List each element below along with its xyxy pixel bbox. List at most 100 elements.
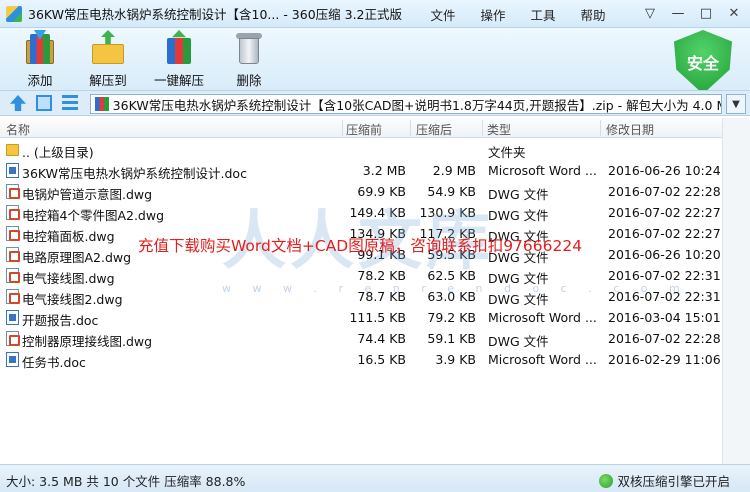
title-bar: 36KW常压电热水锅炉系统控制设计【含10... - 360压缩 3.2正式版 … <box>0 0 750 28</box>
vertical-scrollbar[interactable] <box>722 118 750 464</box>
file-name: .. (上级目录) <box>22 145 94 160</box>
file-date: 2016-02-29 11:06 <box>608 352 721 367</box>
status-summary: 大小: 3.5 MB 共 10 个文件 压缩率 88.8% <box>6 474 246 489</box>
window-title: 36KW常压电热水锅炉系统控制设计【含10... - 360压缩 3.2正式版 <box>28 7 403 22</box>
file-size: 3.2 MB <box>362 163 406 178</box>
file-name: 任务书.doc <box>22 355 86 370</box>
engine-status-label: 双核压缩引擎已开启 <box>617 474 730 489</box>
column-size[interactable]: 压缩前 <box>346 121 382 138</box>
promo-text: 充值下载购买Word文档+CAD图原稿，咨询联系扣扣97666224 <box>138 237 583 255</box>
file-name: 电气接线图.dwg <box>22 271 115 286</box>
column-modified[interactable]: 修改日期 <box>606 121 654 138</box>
file-size: 74.4 KB <box>357 331 406 346</box>
file-date: 2016-07-02 22:28 <box>608 331 721 346</box>
column-name[interactable]: 名称 <box>6 121 30 138</box>
file-type: Microsoft Word ... <box>488 163 597 178</box>
security-label: 安全 <box>686 54 719 73</box>
maximize-button[interactable]: □ <box>694 3 718 23</box>
file-packed: 3.9 KB <box>435 352 476 367</box>
thumbnail-view-icon[interactable] <box>36 95 52 111</box>
file-row[interactable]: 控制器原理接线图.dwg 74.4 KB 59.1 KB DWG 文件 2016… <box>0 328 722 349</box>
path-text: 36KW常压电热水锅炉系统控制设计【含10张CAD图+说明书1.8万字44页,开… <box>112 97 721 113</box>
file-list-header: 名称 压缩前 压缩后 类型 修改日期 <box>0 118 722 138</box>
dwg-file-icon <box>6 247 20 262</box>
up-arrow-icon[interactable] <box>10 95 26 111</box>
path-field[interactable]: 36KW常压电热水锅炉系统控制设计【含10张CAD图+说明书1.8万字44页,开… <box>90 94 722 114</box>
column-packed[interactable]: 压缩后 <box>416 121 452 138</box>
dwg-file-icon <box>6 331 20 346</box>
dwg-file-icon <box>6 268 20 283</box>
file-name: 36KW常压电热水锅炉系统控制设计.doc <box>22 166 247 181</box>
file-name: 电气接线图2.dwg <box>22 292 123 307</box>
word-doc-icon <box>6 310 19 325</box>
file-packed: 2.9 MB <box>432 163 476 178</box>
file-date: 2016-03-04 15:01 <box>608 310 721 325</box>
path-dropdown-button[interactable]: ▼ <box>726 94 746 114</box>
file-name: 电路原理图A2.dwg <box>22 250 132 265</box>
add-label: 添加 <box>27 73 53 88</box>
dwg-file-icon <box>6 226 20 241</box>
menu-help[interactable]: 帮助 <box>568 5 618 24</box>
file-size: 111.5 KB <box>349 310 406 325</box>
one-click-extract-button[interactable]: 一键解压 <box>141 30 217 89</box>
file-type: DWG 文件 <box>488 208 549 223</box>
dwg-file-icon <box>6 289 20 304</box>
leaf-icon <box>599 473 614 488</box>
file-row[interactable]: 36KW常压电热水锅炉系统控制设计.doc 3.2 MB 2.9 MB Micr… <box>0 160 722 181</box>
toolbar: 添加 解压到 一键解压 删除 <box>0 28 750 90</box>
file-date: 2016-07-02 22:31 <box>608 268 721 283</box>
add-archive-icon <box>22 30 58 66</box>
file-type: Microsoft Word ... <box>488 310 597 325</box>
word-doc-icon <box>6 163 19 178</box>
menu-file[interactable]: 文件 <box>418 5 468 24</box>
file-row[interactable]: 开题报告.doc 111.5 KB 79.2 KB Microsoft Word… <box>0 307 722 328</box>
delete-label: 删除 <box>236 73 262 88</box>
folder-icon <box>6 144 19 156</box>
file-packed: 59.1 KB <box>427 331 476 346</box>
zip-archive-icon <box>95 97 109 111</box>
address-bar: 36KW常压电热水锅炉系统控制设计【含10张CAD图+说明书1.8万字44页,开… <box>0 90 750 116</box>
trash-icon <box>231 30 267 66</box>
file-date: 2016-06-26 10:24 <box>608 163 721 178</box>
file-name: 电控箱面板.dwg <box>22 229 115 244</box>
app-icon <box>6 5 22 22</box>
dwg-file-icon <box>6 205 20 220</box>
file-name: 开题报告.doc <box>22 313 99 328</box>
extract-to-button[interactable]: 解压到 <box>70 30 146 89</box>
file-date: 2016-07-02 22:28 <box>608 184 721 199</box>
file-row[interactable]: 任务书.doc 16.5 KB 3.9 KB Microsoft Word ..… <box>0 349 722 370</box>
status-bar: 大小: 3.5 MB 共 10 个文件 压缩率 88.8% 双核压缩引擎已开启 <box>0 464 750 492</box>
menu-tools[interactable]: 工具 <box>518 5 568 24</box>
file-type: Microsoft Word ... <box>488 352 597 367</box>
file-type: DWG 文件 <box>488 187 549 202</box>
file-name: 控制器原理接线图.dwg <box>22 334 153 349</box>
file-type: DWG 文件 <box>488 334 549 349</box>
one-click-extract-icon <box>161 30 197 66</box>
menu-operate[interactable]: 操作 <box>468 5 518 24</box>
extract-label: 解压到 <box>89 73 127 88</box>
dwg-file-icon <box>6 184 20 199</box>
engine-status[interactable]: 双核压缩引擎已开启 <box>599 471 730 490</box>
parent-folder-row[interactable]: .. (上级目录) 文件夹 <box>0 139 722 160</box>
extract-folder-icon <box>90 30 126 66</box>
one-click-label: 一键解压 <box>153 73 204 88</box>
file-date: 2016-07-02 22:27 <box>608 226 721 241</box>
file-name: 电控箱4个零件图A2.dwg <box>22 208 165 223</box>
file-type: 文件夹 <box>488 145 526 160</box>
file-date: 2016-06-26 10:20 <box>608 247 721 262</box>
menu-bar: 文件 操作 工具 帮助 <box>418 0 618 28</box>
delete-button[interactable]: 删除 <box>211 30 287 89</box>
file-name: 电锅炉管道示意图.dwg <box>22 187 153 202</box>
file-date: 2016-07-02 22:27 <box>608 205 721 220</box>
skin-icon[interactable]: ▽ <box>638 3 662 23</box>
file-packed: 79.2 KB <box>427 310 476 325</box>
column-type[interactable]: 类型 <box>487 121 511 138</box>
close-button[interactable]: ✕ <box>722 3 746 23</box>
list-view-icon[interactable] <box>62 95 78 111</box>
file-size: 16.5 KB <box>357 352 406 367</box>
watermark-url: w w w . r e n r e n d o c . c o m <box>222 282 689 295</box>
window-controls: ▽ — □ ✕ <box>638 3 746 23</box>
minimize-button[interactable]: — <box>666 3 690 23</box>
word-doc-icon <box>6 352 19 367</box>
add-button[interactable]: 添加 <box>2 30 78 89</box>
